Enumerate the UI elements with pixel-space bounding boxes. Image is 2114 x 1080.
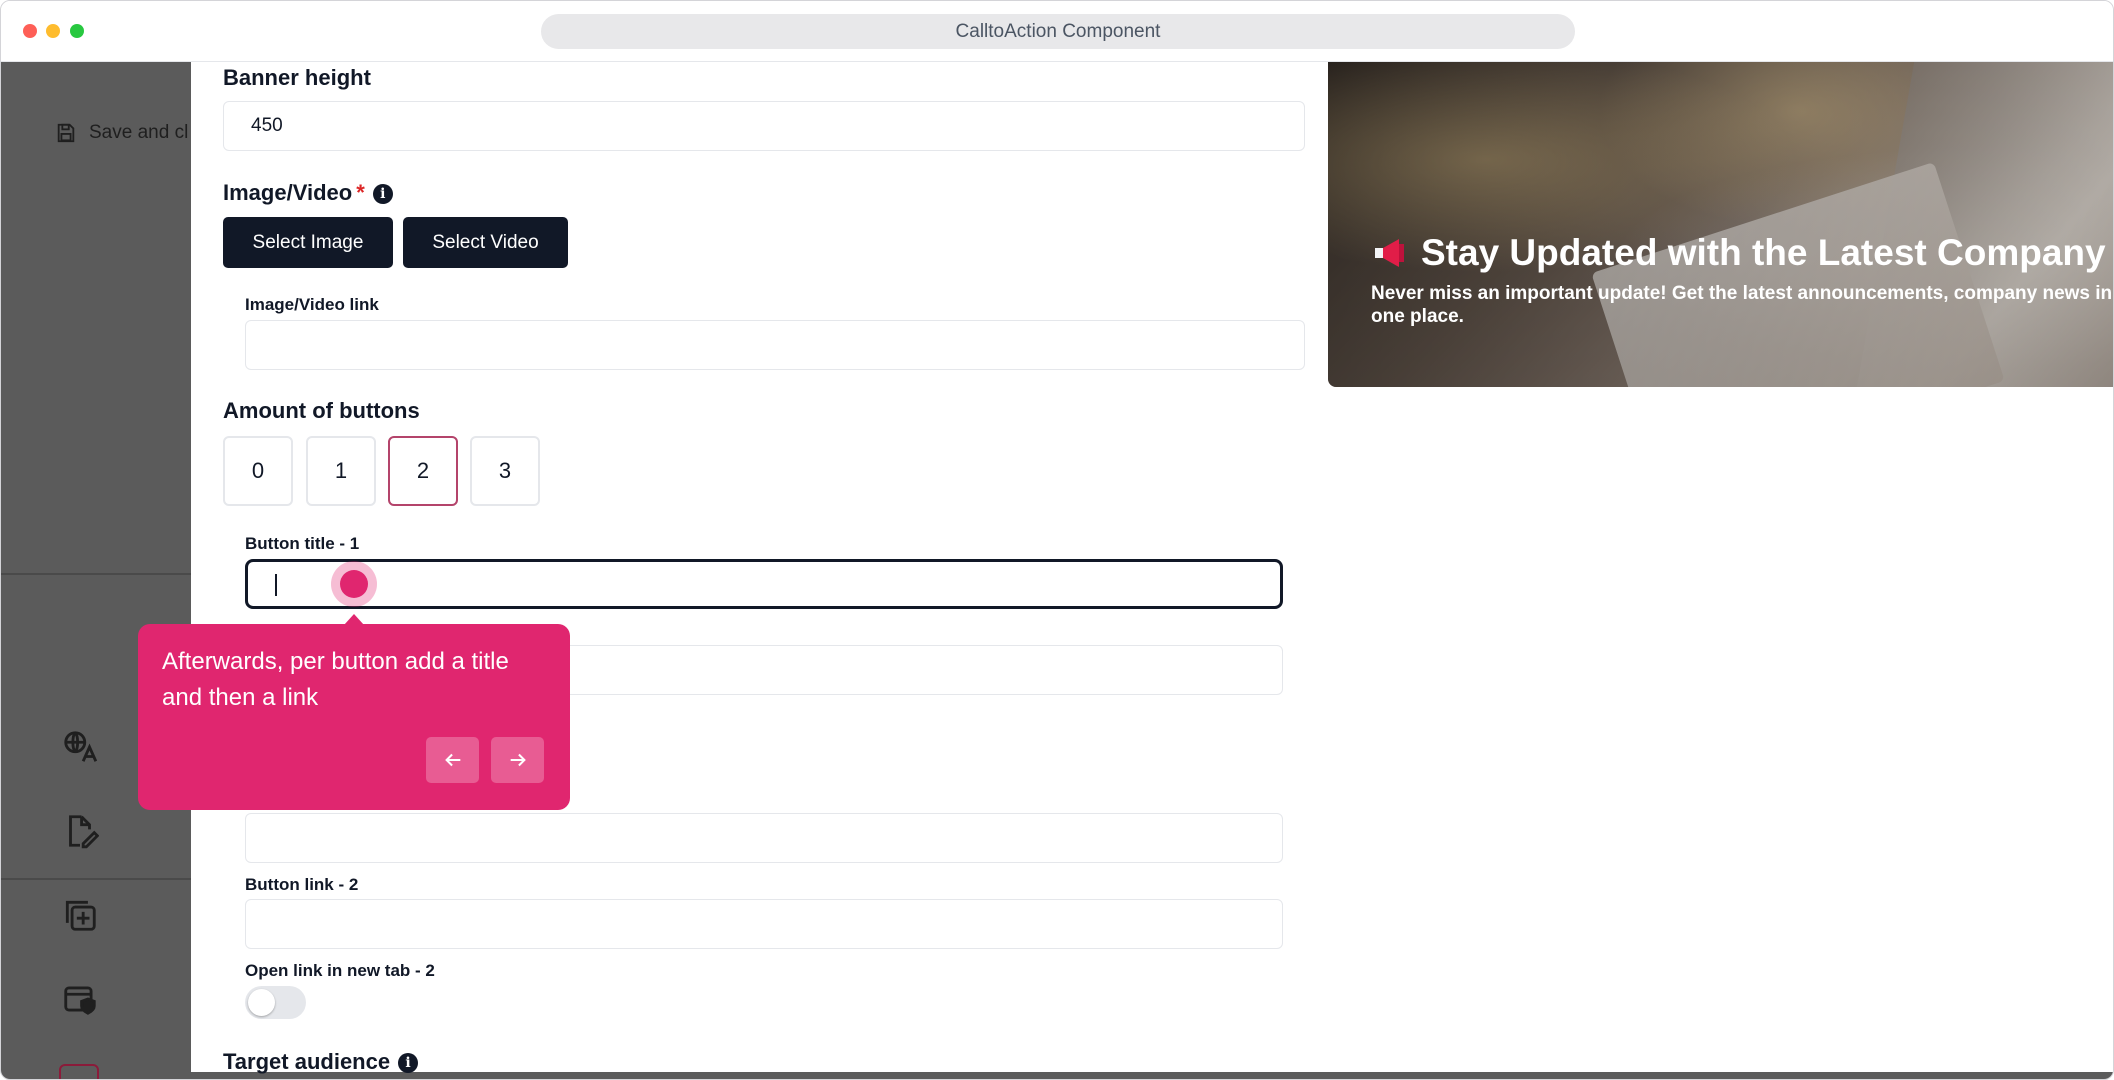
banner-height-input[interactable]: 450 (223, 101, 1305, 151)
tour-next-button[interactable] (491, 737, 544, 783)
sidebar: Save and cl (1, 62, 191, 1079)
text-caret (275, 574, 277, 596)
amount-of-buttons-label: Amount of buttons (223, 398, 420, 423)
open-new-tab-2-toggle[interactable] (245, 986, 306, 1019)
image-video-label-text: Image/Video (223, 180, 353, 205)
amount-option-1[interactable]: 1 (306, 436, 376, 506)
tour-tooltip: Afterwards, per button add a title and t… (138, 624, 570, 810)
save-icon (57, 123, 75, 143)
button-title-1-input[interactable] (245, 559, 1283, 609)
bottom-overlay (191, 1072, 2113, 1079)
tour-hotspot-dot (340, 570, 368, 598)
close-window-button[interactable] (23, 24, 37, 38)
title-bar: CalltoAction Component (1, 1, 2113, 62)
save-and-close-label: Save and cl (89, 122, 189, 143)
arrow-left-icon (444, 753, 460, 767)
minimize-window-button[interactable] (46, 24, 60, 38)
banner-height-value: 450 (251, 115, 283, 136)
add-copy-icon[interactable] (61, 896, 99, 934)
save-and-close-button[interactable]: Save and cl (55, 122, 188, 144)
arrow-right-icon (510, 753, 526, 767)
button-link-2-input[interactable] (245, 899, 1283, 949)
megaphone-icon (1375, 239, 1404, 267)
window-title: CalltoAction Component (541, 14, 1575, 49)
banner-preview: Stay Updated with the Latest Company Nev… (1328, 62, 2113, 387)
maximize-window-button[interactable] (70, 24, 84, 38)
button-title-1-label: Button title - 1 (245, 534, 360, 553)
banner-title-text: Stay Updated with the Latest Company (1421, 232, 2106, 273)
button-title-2-input[interactable] (245, 813, 1283, 863)
banner-title: Stay Updated with the Latest Company (1373, 232, 2106, 274)
toggle-knob (248, 989, 275, 1016)
open-new-tab-2-label: Open link in new tab - 2 (245, 961, 435, 980)
sidebar-active-item[interactable] (59, 1064, 99, 1079)
image-video-link-label: Image/Video link (245, 295, 379, 314)
select-video-button[interactable]: Select Video (403, 217, 568, 268)
image-video-label: Image/Video * i (223, 180, 393, 206)
info-icon[interactable]: i (398, 1053, 419, 1073)
banner-description: Never miss an important update! Get the … (1371, 283, 2113, 327)
shield-card-icon[interactable] (61, 980, 99, 1018)
button-link-2-label: Button link - 2 (245, 875, 359, 894)
translate-icon[interactable] (61, 728, 99, 766)
banner-overlay (1328, 62, 2113, 387)
app-window: CalltoAction Component Save and cl Banne… (0, 0, 2114, 1080)
banner-height-label: Banner height (223, 65, 371, 90)
amount-option-0[interactable]: 0 (223, 436, 293, 506)
image-video-link-input[interactable] (245, 320, 1305, 370)
amount-option-3[interactable]: 3 (470, 436, 540, 506)
info-icon[interactable]: i (372, 184, 393, 204)
required-mark: * (356, 180, 365, 205)
target-audience-label: Target audience i (223, 1049, 419, 1075)
select-image-button[interactable]: Select Image (223, 217, 393, 268)
tour-previous-button[interactable] (426, 737, 479, 783)
sidebar-divider (1, 573, 191, 575)
edit-document-icon[interactable] (61, 812, 100, 850)
target-audience-text: Target audience (223, 1049, 391, 1074)
sidebar-divider-2 (1, 878, 191, 880)
tour-tooltip-text: Afterwards, per button add a title and t… (162, 648, 509, 711)
amount-option-2[interactable]: 2 (388, 436, 458, 506)
